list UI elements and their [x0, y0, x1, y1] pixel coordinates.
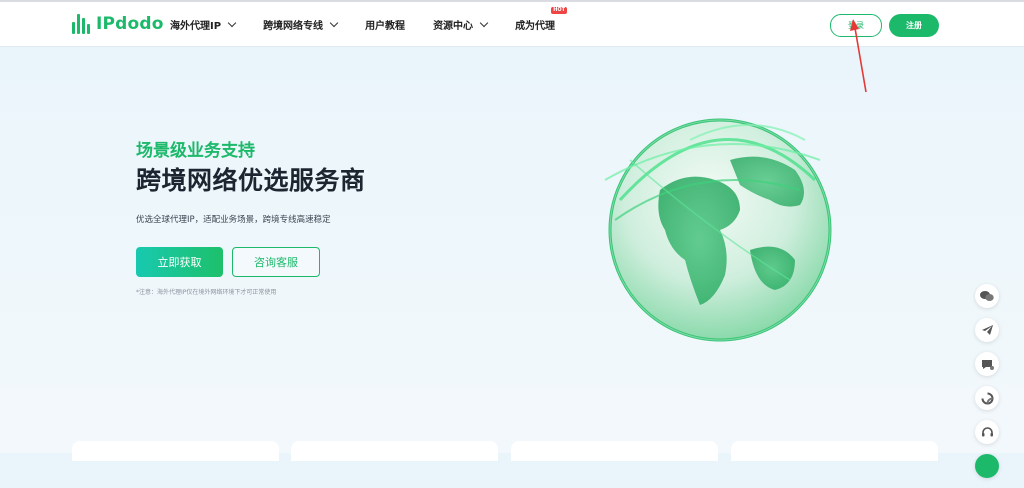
feature-card[interactable] — [731, 441, 938, 461]
main-nav: 海外代理IP 跨境网络专线 用户教程 资源中心 成为代理 HOT — [170, 2, 583, 46]
more-icon[interactable] — [975, 454, 999, 478]
wechat-icon[interactable] — [975, 284, 999, 308]
login-button[interactable]: 登录 — [830, 14, 882, 37]
nav-item-become-agent[interactable]: 成为代理 HOT — [515, 6, 568, 32]
refresh-icon[interactable] — [975, 386, 999, 410]
chat-icon[interactable] — [975, 352, 999, 376]
headset-icon[interactable] — [975, 420, 999, 444]
consult-support-button[interactable]: 咨询客服 — [232, 247, 320, 277]
logo-text: IPdodo — [96, 14, 164, 34]
top-navbar: IPdodo 海外代理IP 跨境网络专线 用户教程 资源中心 成为代理 HOT … — [0, 2, 1024, 46]
nav-label: 跨境网络专线 — [263, 20, 324, 32]
hero-subtitle: 场景级业务支持 — [136, 141, 255, 161]
feature-card[interactable] — [72, 441, 279, 461]
chevron-down-icon — [329, 18, 339, 27]
nav-item-resources[interactable]: 资源中心 — [433, 17, 489, 32]
chevron-down-icon — [227, 18, 237, 27]
feature-card[interactable] — [511, 441, 718, 461]
feature-card[interactable] — [291, 441, 498, 461]
nav-item-crossborder-line[interactable]: 跨境网络专线 — [263, 17, 339, 32]
floating-sidebar — [975, 284, 1001, 488]
annotation-arrow-icon — [850, 19, 867, 93]
logo-icon — [72, 14, 90, 34]
hero-note: *注意：海外代理IP仅在境外网络环境下才可正常使用 — [136, 289, 277, 296]
nav-item-tutorial[interactable]: 用户教程 — [365, 17, 405, 32]
nav-item-overseas-proxy[interactable]: 海外代理IP — [170, 17, 237, 32]
telegram-icon[interactable] — [975, 318, 999, 342]
register-button[interactable]: 注册 — [889, 14, 939, 37]
nav-label: 资源中心 — [433, 20, 474, 32]
brand-logo[interactable]: IPdodo — [72, 13, 164, 35]
globe-illustration — [590, 100, 840, 354]
nav-label: 成为代理 — [515, 20, 556, 32]
chevron-down-icon — [479, 18, 489, 27]
hero-description: 优选全球代理IP，适配业务场景，跨境专线高速稳定 — [136, 215, 331, 225]
hot-badge: HOT — [551, 6, 568, 14]
nav-label: 海外代理IP — [170, 20, 222, 32]
hero-title: 跨境网络优选服务商 — [136, 166, 366, 195]
nav-label: 用户教程 — [365, 20, 406, 32]
get-now-button[interactable]: 立即获取 — [136, 247, 223, 277]
